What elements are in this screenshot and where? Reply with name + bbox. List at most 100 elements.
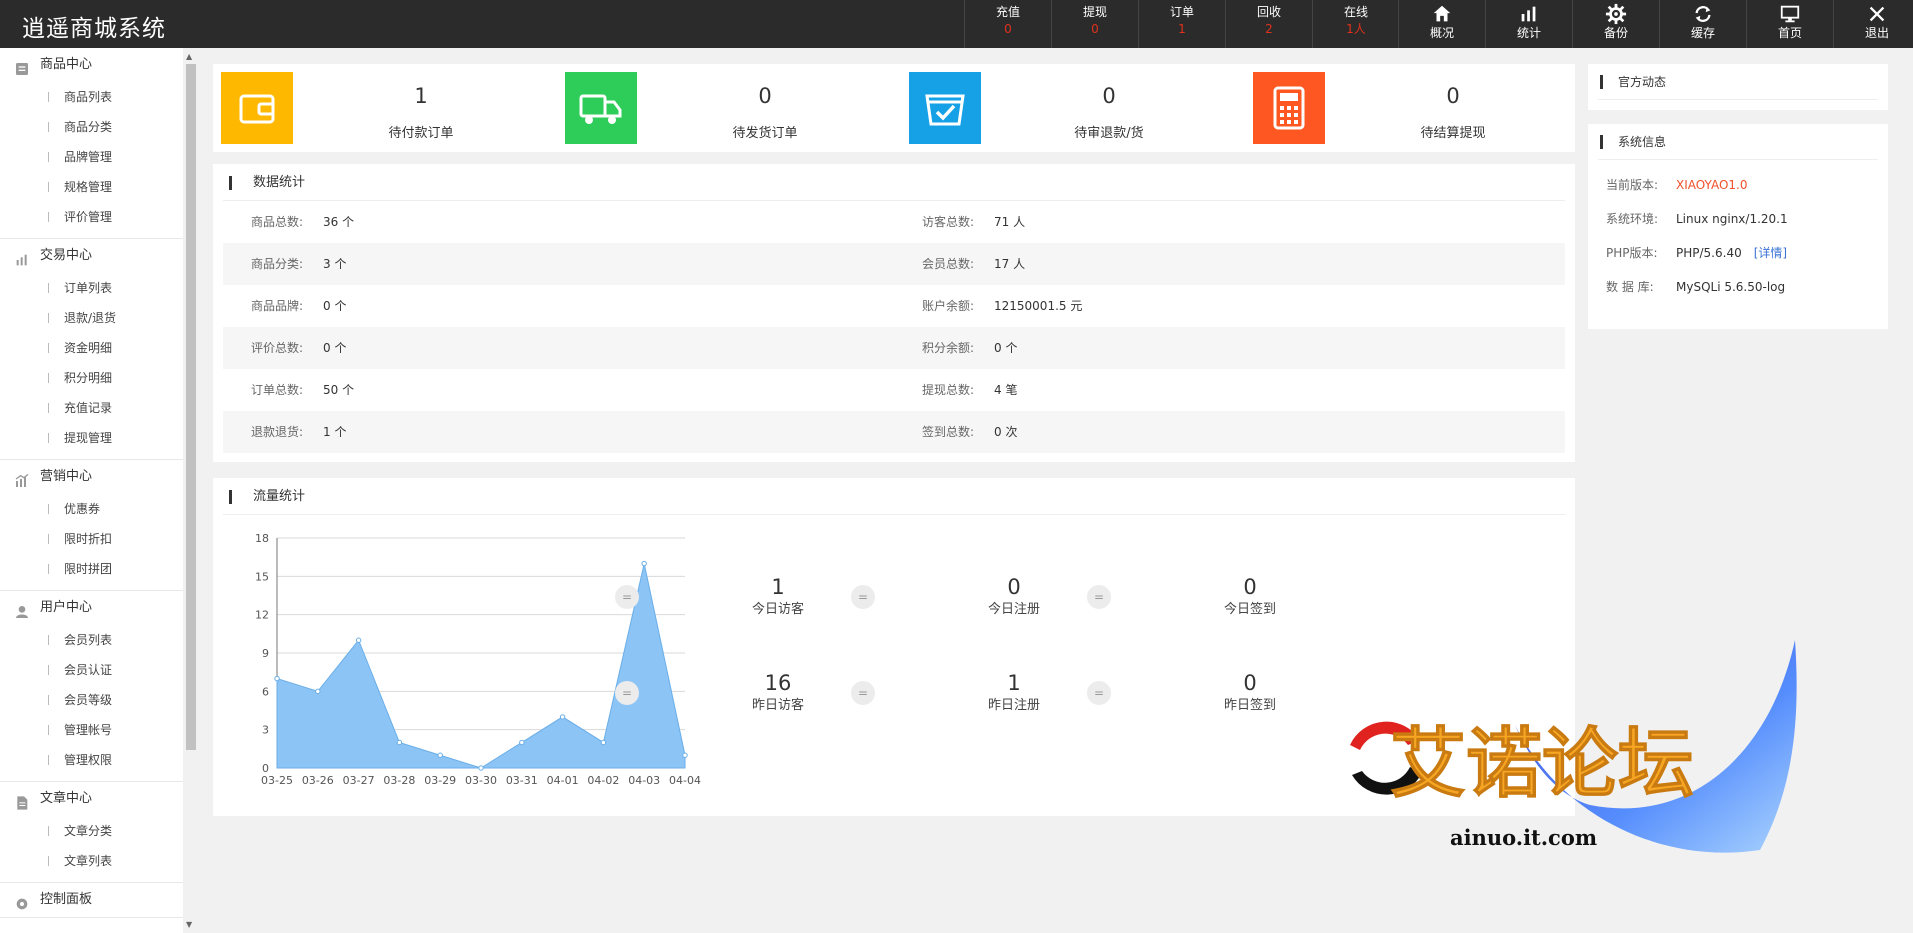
flow-stat: 1 今日访客 — [678, 574, 878, 620]
stat-key: 商品品牌: — [251, 299, 304, 313]
sidebar-item[interactable]: 规格管理 — [0, 172, 197, 202]
bar-chart-icon — [1486, 3, 1572, 25]
top-stat-label: 在线 — [1343, 5, 1368, 19]
kpi-label: 待付款订单 — [388, 126, 454, 141]
home-icon — [1399, 3, 1485, 25]
news-title: 官方动态 — [1598, 64, 1878, 100]
scroll-down-icon[interactable]: ▼ — [186, 920, 192, 929]
sidebar-item[interactable]: 优惠券 — [0, 494, 197, 524]
marketing-icon — [14, 469, 30, 487]
flow-stat-label: 今日签到 — [1223, 602, 1276, 617]
sysinfo-value: PHP/5.6.40 — [1676, 246, 1742, 260]
top-stat-1[interactable]: 提现 0 — [1051, 0, 1138, 48]
stat-cell: 会员总数: 17 人 — [894, 243, 1565, 285]
sidebar-item[interactable]: 积分明细 — [0, 363, 197, 393]
kpi-value: 0 — [758, 84, 772, 108]
sidebar-group-title[interactable]: 控制面板 — [0, 883, 197, 917]
sidebar-group-title[interactable]: 交易中心 — [0, 239, 197, 273]
sidebar-item-label: 文章列表 — [64, 854, 113, 868]
stat-value: 0 次 — [994, 425, 1018, 439]
table-row: 评价总数: 0 个 积分余额: 0 个 — [223, 327, 1565, 369]
kpi-tile[interactable]: 0 待结算提现 — [1245, 72, 1585, 144]
table-row: 商品品牌: 0 个 账户余额: 12150001.5 元 — [223, 285, 1565, 327]
sidebar-item[interactable]: 订单列表 — [0, 273, 197, 303]
sidebar-item-label: 订单列表 — [64, 281, 113, 295]
sidebar-group-title[interactable]: 营销中心 — [0, 460, 197, 494]
nav-button-3[interactable]: 缓存 — [1659, 0, 1746, 48]
sidebar-item[interactable]: 充值记录 — [0, 393, 197, 423]
top-stat-3[interactable]: 回收 2 — [1225, 0, 1312, 48]
sidebar-item[interactable]: 品牌管理 — [0, 142, 197, 172]
details-link[interactable]: [详情] — [1754, 236, 1787, 270]
sysinfo-row: PHP版本: PHP/5.6.40 [详情] — [1588, 236, 1888, 270]
y-tick-label: 15 — [255, 570, 269, 583]
sidebar-item[interactable]: 管理权限 — [0, 745, 197, 775]
stat-value: 3 个 — [323, 257, 347, 271]
data-point — [519, 739, 525, 746]
top-stat-4[interactable]: 在线 1人 — [1312, 0, 1399, 48]
sidebar-item[interactable]: 退款/退货 — [0, 303, 197, 333]
news-panel: 官方动态 — [1588, 64, 1888, 110]
sidebar-item[interactable]: 商品列表 — [0, 82, 197, 112]
sidebar-scroll-thumb[interactable] — [186, 64, 196, 750]
sidebar-group-label: 商品中心 — [40, 57, 93, 72]
top-stat-2[interactable]: 订单 1 — [1138, 0, 1225, 48]
flow-stat-value: 1 — [1007, 671, 1021, 695]
scroll-up-icon[interactable]: ▲ — [186, 52, 192, 61]
sidebar-item-label: 会员认证 — [64, 663, 113, 677]
sidebar-item[interactable]: 资金明细 — [0, 333, 197, 363]
nav-button-1[interactable]: 统计 — [1485, 0, 1572, 48]
sidebar-group-title[interactable]: 商品中心 — [0, 48, 197, 82]
nav-button-4[interactable]: 首页 — [1746, 0, 1833, 48]
nav-button-5[interactable]: 退出 — [1833, 0, 1913, 48]
x-tick-label: 03-31 — [506, 774, 538, 787]
y-tick-label: 18 — [255, 532, 269, 545]
top-stat-value: 0 — [1004, 22, 1012, 36]
top-stat-label: 回收 — [1256, 5, 1281, 19]
kpi-label: 待结算提现 — [1420, 126, 1486, 141]
stat-key: 签到总数: — [922, 425, 975, 439]
sidebar-item-label: 品牌管理 — [64, 150, 113, 164]
sidebar-item[interactable]: 提现管理 — [0, 423, 197, 453]
sidebar-item[interactable]: 限时拼团 — [0, 554, 197, 584]
sidebar-item-label: 管理权限 — [64, 753, 113, 767]
sidebar-item[interactable]: 会员认证 — [0, 655, 197, 685]
top-stats: 充值 0 提现 0 订单 1 回收 2 在线 1人 — [964, 0, 1399, 48]
sidebar-group-title[interactable]: 用户中心 — [0, 591, 197, 625]
sidebar-item[interactable]: 文章分类 — [0, 816, 197, 846]
sidebar-item[interactable]: 商品分类 — [0, 112, 197, 142]
stat-cell: 访客总数: 71 人 — [894, 201, 1565, 243]
nav-button-0[interactable]: 概况 — [1398, 0, 1485, 48]
sysinfo-row: 当前版本: XIAOYAO1.0 — [1588, 168, 1888, 202]
sidebar-group: 营销中心 优惠券限时折扣限时拼团 — [0, 460, 197, 591]
equals-icon: = — [851, 585, 875, 609]
stat-value: 1 个 — [323, 425, 347, 439]
sidebar-item[interactable]: 限时折扣 — [0, 524, 197, 554]
box-check-icon — [909, 72, 981, 144]
table-row: 退款退货: 1 个 签到总数: 0 次 — [223, 411, 1565, 453]
x-tick-label: 04-03 — [628, 774, 660, 787]
sidebar-item[interactable]: 评价管理 — [0, 202, 197, 232]
sidebar-group-label: 控制面板 — [40, 892, 93, 907]
sidebar-item[interactable]: 文章列表 — [0, 846, 197, 876]
kpi-tile[interactable]: 0 待发货订单 — [557, 72, 897, 144]
goods-icon — [14, 57, 30, 75]
flow-stat-label: 昨日注册 — [987, 698, 1040, 713]
x-tick-label: 04-04 — [669, 774, 701, 787]
y-tick-label: 9 — [262, 647, 269, 660]
nav-button-2[interactable]: 备份 — [1572, 0, 1659, 48]
sidebar-item[interactable]: 会员列表 — [0, 625, 197, 655]
sidebar-item[interactable]: 会员等级 — [0, 685, 197, 715]
flow-stat-value: 16 — [764, 671, 792, 695]
monitor-icon — [1747, 3, 1833, 25]
top-stat-0[interactable]: 充值 0 — [964, 0, 1051, 48]
calculator-icon — [1253, 72, 1325, 144]
data-point — [355, 637, 362, 643]
kpi-value: 0 — [1446, 84, 1460, 108]
sidebar-item-label: 限时折扣 — [64, 532, 113, 546]
sidebar-group-title[interactable]: 文章中心 — [0, 782, 197, 816]
kpi-tile[interactable]: 0 待审退款/货 — [901, 72, 1241, 144]
kpi-tile[interactable]: 1 待付款订单 — [213, 72, 553, 144]
sidebar-item[interactable]: 管理帐号 — [0, 715, 197, 745]
stat-key: 商品总数: — [251, 215, 304, 229]
